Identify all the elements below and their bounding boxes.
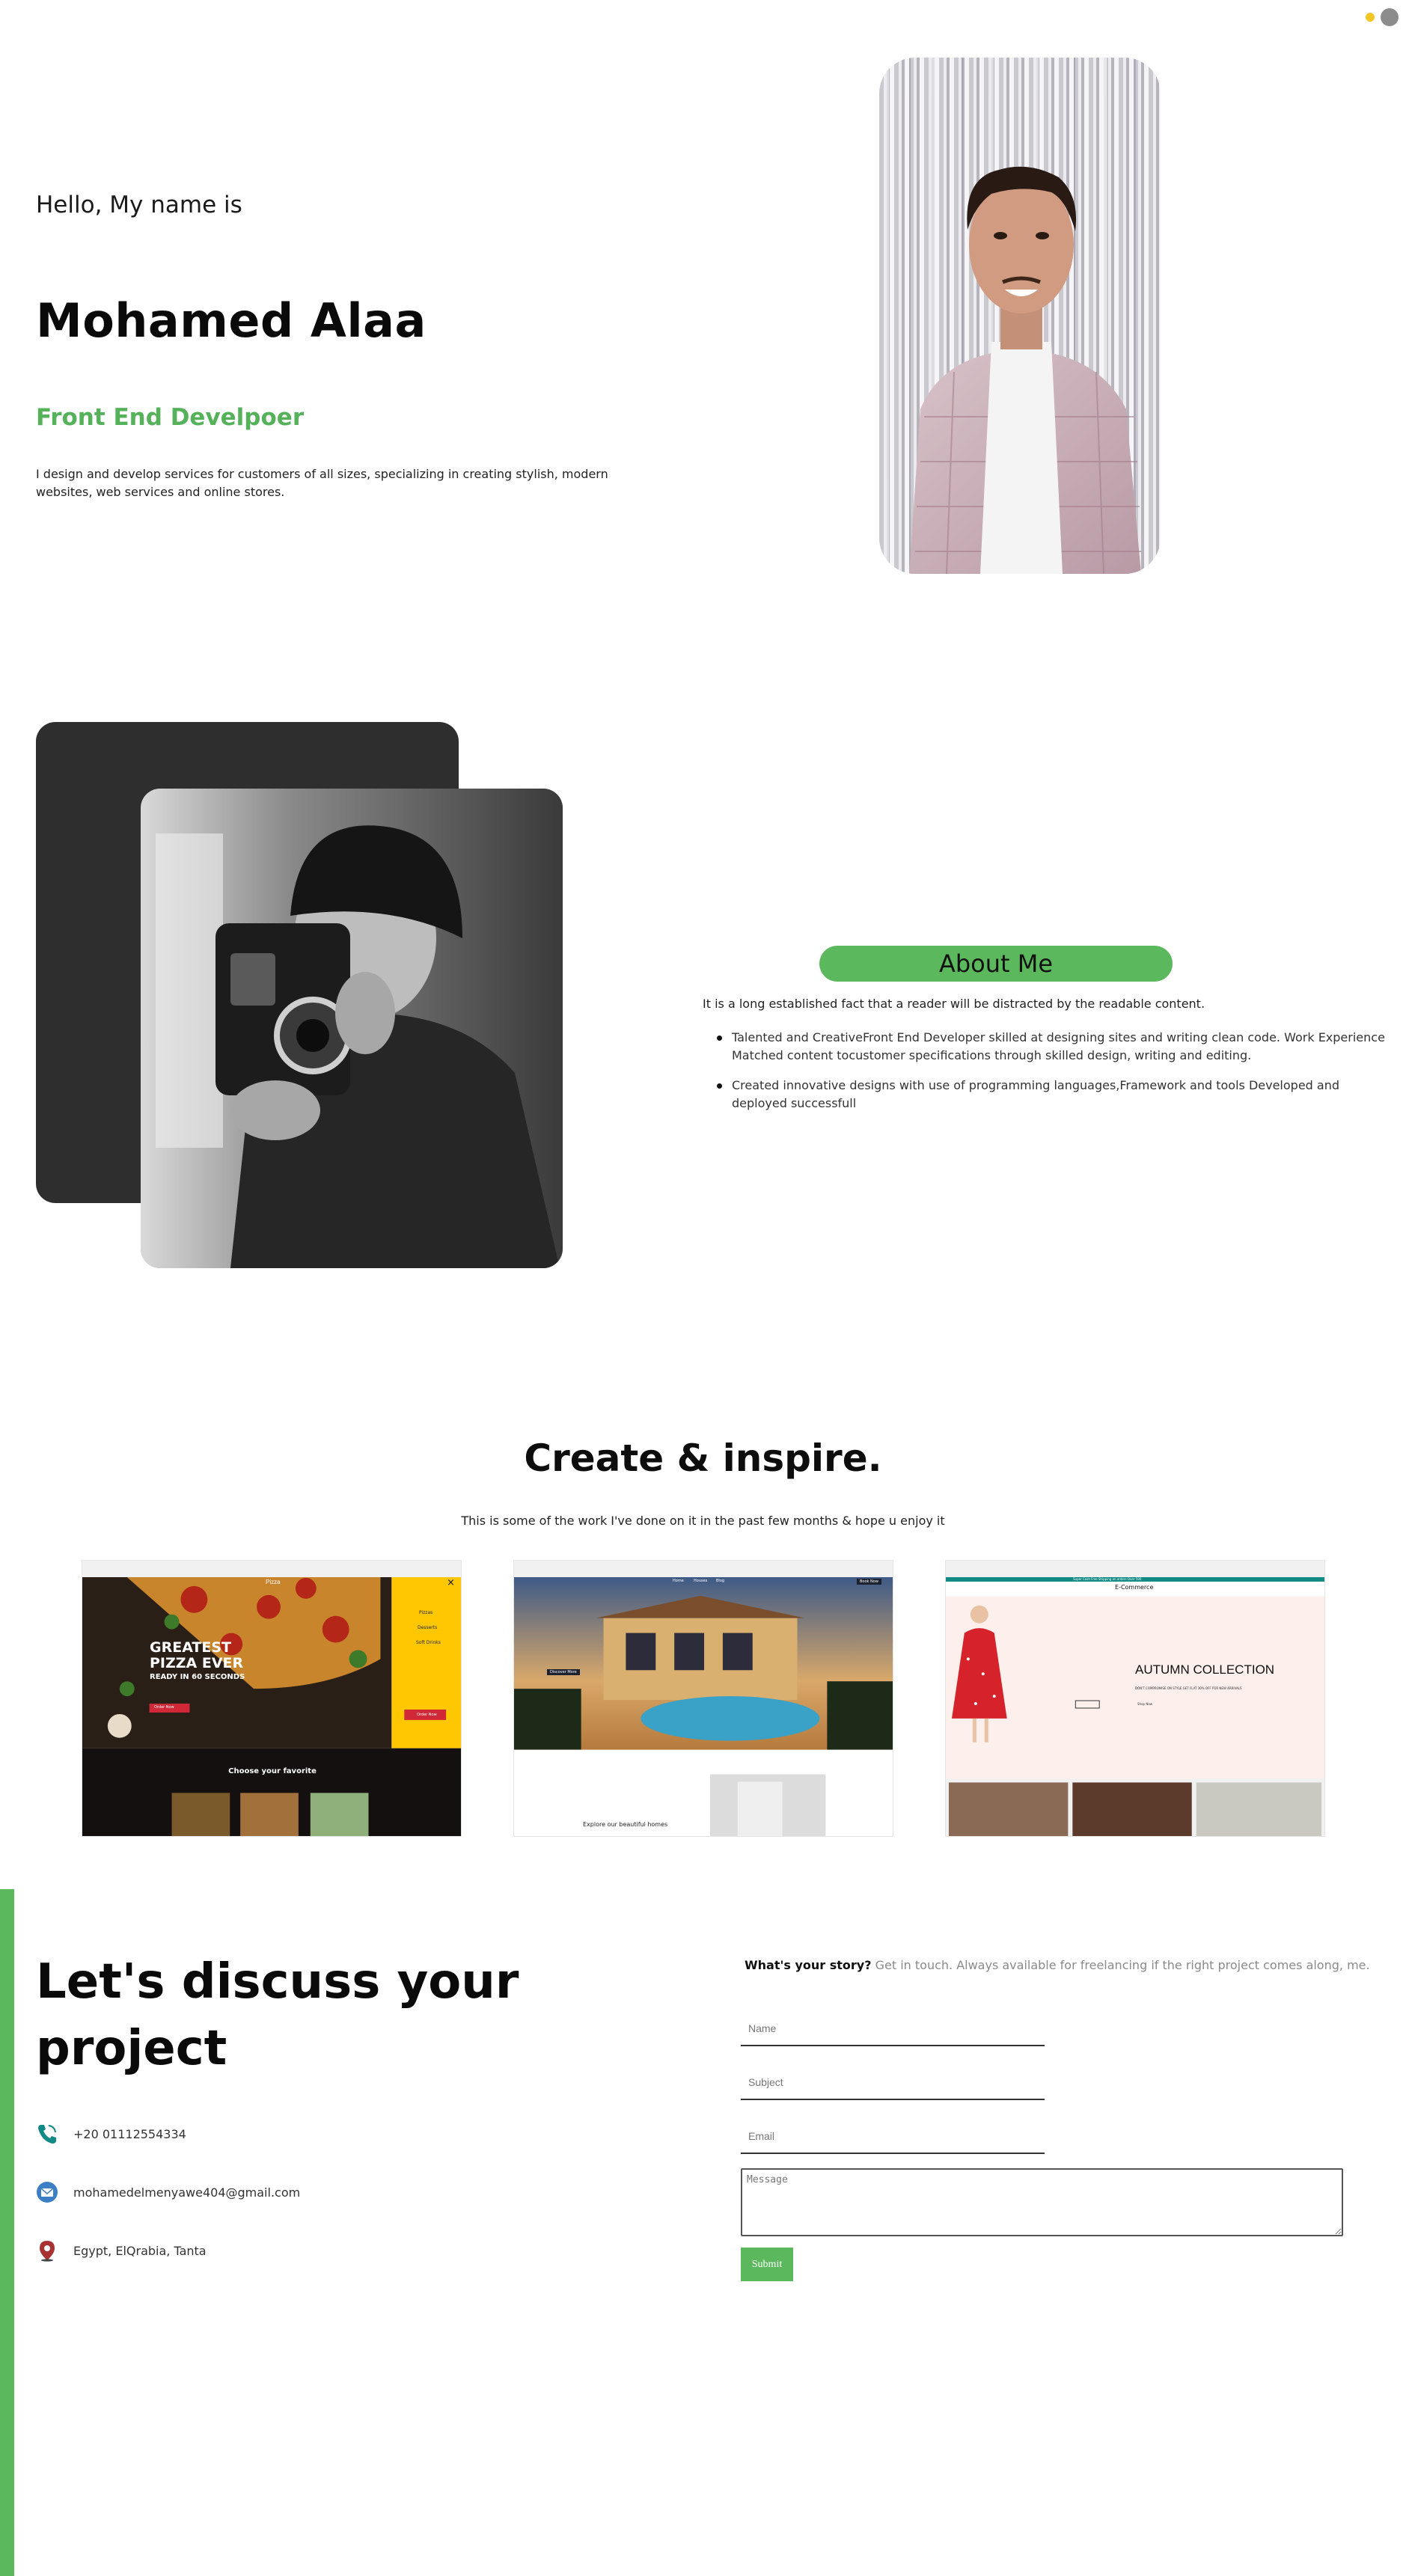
houses-book-button[interactable]: Book Now [857, 1579, 881, 1585]
contact-phone-text: +20 01112554334 [73, 2126, 186, 2141]
location-pin-icon [36, 2239, 58, 2262]
hero-greeting: Hello, My name is [36, 192, 242, 218]
hero-description: I design and develop services for custom… [36, 467, 608, 499]
yellow-dot [1366, 13, 1375, 22]
contact-email: mohamedelmenyawe404@gmail.com [36, 2181, 300, 2203]
ecommerce-sub: DON'T COMPROMISE ON STYLE GET FLAT 30% O… [1135, 1686, 1242, 1690]
phone-icon [36, 2123, 58, 2145]
hero-role: Front End Develpoer [36, 404, 305, 431]
subject-field[interactable] [741, 2066, 1045, 2100]
work-subtitle: This is some of the work I've done on it… [461, 1514, 945, 1528]
contact-title: Let's discuss your project [36, 1954, 519, 2076]
about-lead: It is a long established fact that a rea… [703, 997, 1205, 1011]
story-text: Get in touch. Always available for freel… [871, 1958, 1370, 1972]
pizza-menu-item[interactable]: Desserts [418, 1625, 437, 1630]
about-title: About Me [819, 946, 1173, 982]
email-field[interactable] [741, 2120, 1045, 2154]
contact-story: What's your story? Get in touch. Always … [745, 1958, 1370, 1972]
ecommerce-banner: Super Cash Free Shipping on orders Over … [1073, 1577, 1142, 1581]
pizza-close[interactable]: × [447, 1577, 455, 1588]
project-card-pizza[interactable]: Pizza × GREATEST PIZZA EVER READY IN 60 … [82, 1560, 462, 1837]
message-field[interactable] [741, 2168, 1343, 2236]
mail-icon [36, 2181, 58, 2203]
pizza-headline-1: GREATEST [150, 1639, 232, 1656]
pizza-menu-item[interactable]: Pizzas [419, 1610, 433, 1615]
houses-nav-item[interactable]: Blog [716, 1579, 724, 1583]
pizza-logo: Pizza [266, 1579, 281, 1585]
about-point: Created innovative designs with use of p… [717, 1077, 1390, 1113]
about-points: Talented and CreativeFront End Developer… [717, 1029, 1390, 1125]
project-card-houses[interactable]: Home Houses Blog Book Now Discover More … [513, 1560, 893, 1837]
pizza-menu-item[interactable]: Soft Drinks [416, 1640, 441, 1645]
window-dots [1366, 8, 1399, 26]
contact-location: Egypt, ElQrabia, Tanta [36, 2239, 207, 2262]
profile-photo [879, 58, 1161, 574]
theme-toggle[interactable] [1381, 8, 1399, 26]
pizza-section-title: Choose your favorite [228, 1767, 317, 1775]
houses-nav-item[interactable]: Home [673, 1579, 684, 1583]
houses-discover-button[interactable]: Discover More [547, 1669, 580, 1675]
houses-section-title: Explore our beautiful homes [583, 1821, 668, 1828]
ecommerce-shop-button[interactable]: Shop Now [1137, 1702, 1152, 1706]
submit-button[interactable]: Submit [741, 2248, 793, 2281]
contact-phone: +20 01112554334 [36, 2123, 186, 2145]
about-point: Talented and CreativeFront End Developer… [717, 1029, 1390, 1065]
name-field[interactable] [741, 2012, 1045, 2046]
houses-nav-item[interactable]: Houses [694, 1579, 707, 1583]
ecommerce-brand: E-Commerce [1115, 1584, 1154, 1591]
project-card-ecommerce[interactable]: Super Cash Free Shipping on orders Over … [945, 1560, 1325, 1837]
work-title: Create & inspire. [524, 1437, 882, 1480]
about-photo [141, 789, 563, 1268]
contact-accent-bar [0, 1889, 14, 2576]
story-bold: What's your story? [745, 1958, 872, 1972]
pizza-menu-order[interactable]: Order Now [417, 1713, 437, 1717]
ecommerce-heading: AUTUMN COLLECTION [1135, 1662, 1275, 1677]
pizza-tagline: READY IN 60 SECONDS [150, 1673, 245, 1681]
pizza-headline-2: PIZZA EVER [150, 1655, 244, 1671]
contact-email-text: mohamedelmenyawe404@gmail.com [73, 2185, 301, 2200]
pizza-order-button[interactable]: Order Now [154, 1705, 174, 1710]
contact-location-text: Egypt, ElQrabia, Tanta [73, 2243, 207, 2258]
hero-name: Mohamed Alaa [36, 293, 427, 348]
